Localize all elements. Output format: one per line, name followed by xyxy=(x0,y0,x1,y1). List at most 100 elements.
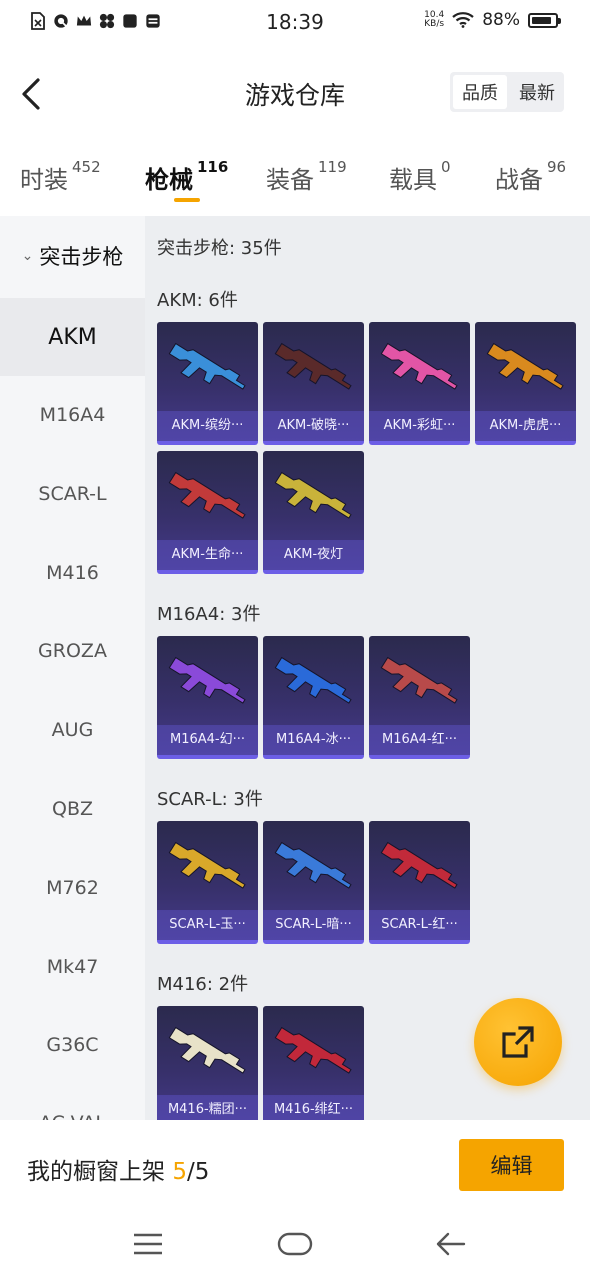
skin-card[interactable]: M16A4-冰··· xyxy=(263,636,364,759)
skin-card[interactable]: SCAR-L-暗··· xyxy=(263,821,364,944)
tab-count: 452 xyxy=(72,158,101,176)
skin-name: SCAR-L-玉··· xyxy=(157,910,258,940)
tab-label: 枪械 xyxy=(145,166,193,194)
category-tabs: 时装 452 枪械 116 装备 119 载具 0 战备 96 xyxy=(0,150,590,216)
chevron-down-icon: ⌄ xyxy=(21,248,34,264)
sidebar-item-ac-val[interactable]: AC-VAL xyxy=(0,1084,145,1120)
skin-name: M16A4-红··· xyxy=(369,725,470,755)
skin-name: AKM-夜灯 xyxy=(263,540,364,570)
rifle-icon xyxy=(274,471,352,519)
showcase-text: 我的橱窗上架 5/5 xyxy=(27,1152,209,1186)
home-icon[interactable] xyxy=(277,1230,313,1258)
section-title: M16A4: 3件 xyxy=(157,604,261,625)
skin-name: M16A4-幻··· xyxy=(157,725,258,755)
tab-tactical[interactable]: 战备 96 xyxy=(495,158,567,195)
sidebar-item-m16a4[interactable]: M16A4 xyxy=(0,376,145,454)
showcase-label: 我的橱窗上架 xyxy=(27,1159,165,1185)
battery-icon xyxy=(528,12,561,28)
skin-card[interactable]: AKM-缤纷··· xyxy=(157,322,258,445)
skin-name: AKM-破晓··· xyxy=(263,411,364,441)
tab-count: 119 xyxy=(318,158,347,176)
skin-card[interactable]: AKM-虎虎··· xyxy=(475,322,576,445)
section-title: SCAR-L: 3件 xyxy=(157,789,263,810)
sidebar-item-m762[interactable]: M762 xyxy=(0,849,145,927)
rifle-icon xyxy=(168,342,246,390)
rifle-icon xyxy=(380,342,458,390)
tab-label: 战备 xyxy=(495,166,543,194)
skin-name: AKM-彩虹··· xyxy=(369,411,470,441)
rifle-icon xyxy=(274,841,352,889)
skin-card[interactable]: AKM-夜灯 xyxy=(263,451,364,574)
tab-label: 时装 xyxy=(20,166,68,194)
rifle-icon xyxy=(274,342,352,390)
wifi-icon xyxy=(452,12,474,28)
skin-name: M416-糯团··· xyxy=(157,1095,258,1120)
sidebar-group-label: 突击步枪 xyxy=(39,245,124,269)
skin-card[interactable]: M16A4-红··· xyxy=(369,636,470,759)
skin-card[interactable]: M16A4-幻··· xyxy=(157,636,258,759)
net-speed: 10.4 KB/s xyxy=(424,11,444,29)
app-header: 游戏仓库 品质 最新 xyxy=(0,46,590,146)
skin-name: M16A4-冰··· xyxy=(263,725,364,755)
sort-toggle: 品质 最新 xyxy=(450,72,564,112)
skin-name: SCAR-L-暗··· xyxy=(263,910,364,940)
showcase-bar: 我的橱窗上架 5/5 编辑 xyxy=(0,1120,590,1212)
rifle-icon xyxy=(168,841,246,889)
skin-card[interactable]: M416-绯红··· xyxy=(263,1006,364,1120)
skin-card[interactable]: AKM-彩虹··· xyxy=(369,322,470,445)
share-external-icon xyxy=(502,1026,534,1058)
rifle-icon xyxy=(274,1026,352,1074)
tab-outfits[interactable]: 时装 452 xyxy=(20,158,101,195)
sidebar-item-mk47[interactable]: Mk47 xyxy=(0,928,145,1006)
skin-name: AKM-生命··· xyxy=(157,540,258,570)
tab-count: 116 xyxy=(197,158,229,176)
rifle-icon xyxy=(274,656,352,704)
sidebar-group-assault-rifles[interactable]: ⌄ 突击步枪 xyxy=(0,216,145,296)
back-icon[interactable] xyxy=(434,1230,466,1258)
section-title: AKM: 6件 xyxy=(157,290,238,311)
sidebar-item-groza[interactable]: GROZA xyxy=(0,612,145,690)
sidebar-item-g36c[interactable]: G36C xyxy=(0,1006,145,1084)
skin-card[interactable]: SCAR-L-玉··· xyxy=(157,821,258,944)
skin-name: M416-绯红··· xyxy=(263,1095,364,1120)
system-nav-bar xyxy=(0,1212,590,1280)
rifle-icon xyxy=(168,1026,246,1074)
sidebar-item-m416[interactable]: M416 xyxy=(0,534,145,612)
tab-label: 载具 xyxy=(389,166,437,194)
showcase-total: /5 xyxy=(186,1159,210,1185)
category-summary: 突击步枪: 35件 xyxy=(157,238,282,259)
tab-count: 0 xyxy=(441,158,451,176)
sidebar-item-scar-l[interactable]: SCAR-L xyxy=(0,455,145,533)
rifle-icon xyxy=(168,656,246,704)
rifle-icon xyxy=(380,656,458,704)
rifle-icon xyxy=(168,471,246,519)
skin-card[interactable]: SCAR-L-红··· xyxy=(369,821,470,944)
skin-name: AKM-虎虎··· xyxy=(475,411,576,441)
sidebar-item-aug[interactable]: AUG xyxy=(0,691,145,769)
tab-label: 装备 xyxy=(266,166,314,194)
sidebar-item-akm[interactable]: AKM xyxy=(0,298,145,376)
edit-button[interactable]: 编辑 xyxy=(459,1139,564,1191)
showcase-current-count: 5 xyxy=(172,1159,187,1185)
skin-name: SCAR-L-红··· xyxy=(369,910,470,940)
weapon-skin-grid: 突击步枪: 35件 AKM: 6件 AKM-缤纷··· AKM-破晓··· AKM-彩… xyxy=(145,216,590,1120)
tab-equipment[interactable]: 装备 119 xyxy=(266,158,347,195)
tab-vehicles[interactable]: 载具 0 xyxy=(389,158,451,195)
weapon-type-sidebar: ⌄ 突击步枪 AKM M16A4 SCAR-L M416 GROZA AUG Q… xyxy=(0,216,145,1120)
rifle-icon xyxy=(486,342,564,390)
battery-percent: 88% xyxy=(482,10,520,30)
skin-card[interactable]: M416-糯团··· xyxy=(157,1006,258,1120)
skin-card[interactable]: AKM-破晓··· xyxy=(263,322,364,445)
menu-icon[interactable] xyxy=(132,1230,164,1258)
share-button[interactable] xyxy=(474,998,562,1086)
section-title: M416: 2件 xyxy=(157,974,249,995)
tab-count: 96 xyxy=(547,158,567,176)
active-tab-indicator xyxy=(174,198,200,202)
tab-weapons[interactable]: 枪械 116 xyxy=(145,158,229,195)
skin-name: AKM-缤纷··· xyxy=(157,411,258,441)
sort-latest-button[interactable]: 最新 xyxy=(510,72,564,112)
sort-quality-button[interactable]: 品质 xyxy=(453,75,507,109)
status-bar: 18:39 10.4 KB/s 88% xyxy=(0,0,590,46)
skin-card[interactable]: AKM-生命··· xyxy=(157,451,258,574)
sidebar-item-qbz[interactable]: QBZ xyxy=(0,770,145,848)
